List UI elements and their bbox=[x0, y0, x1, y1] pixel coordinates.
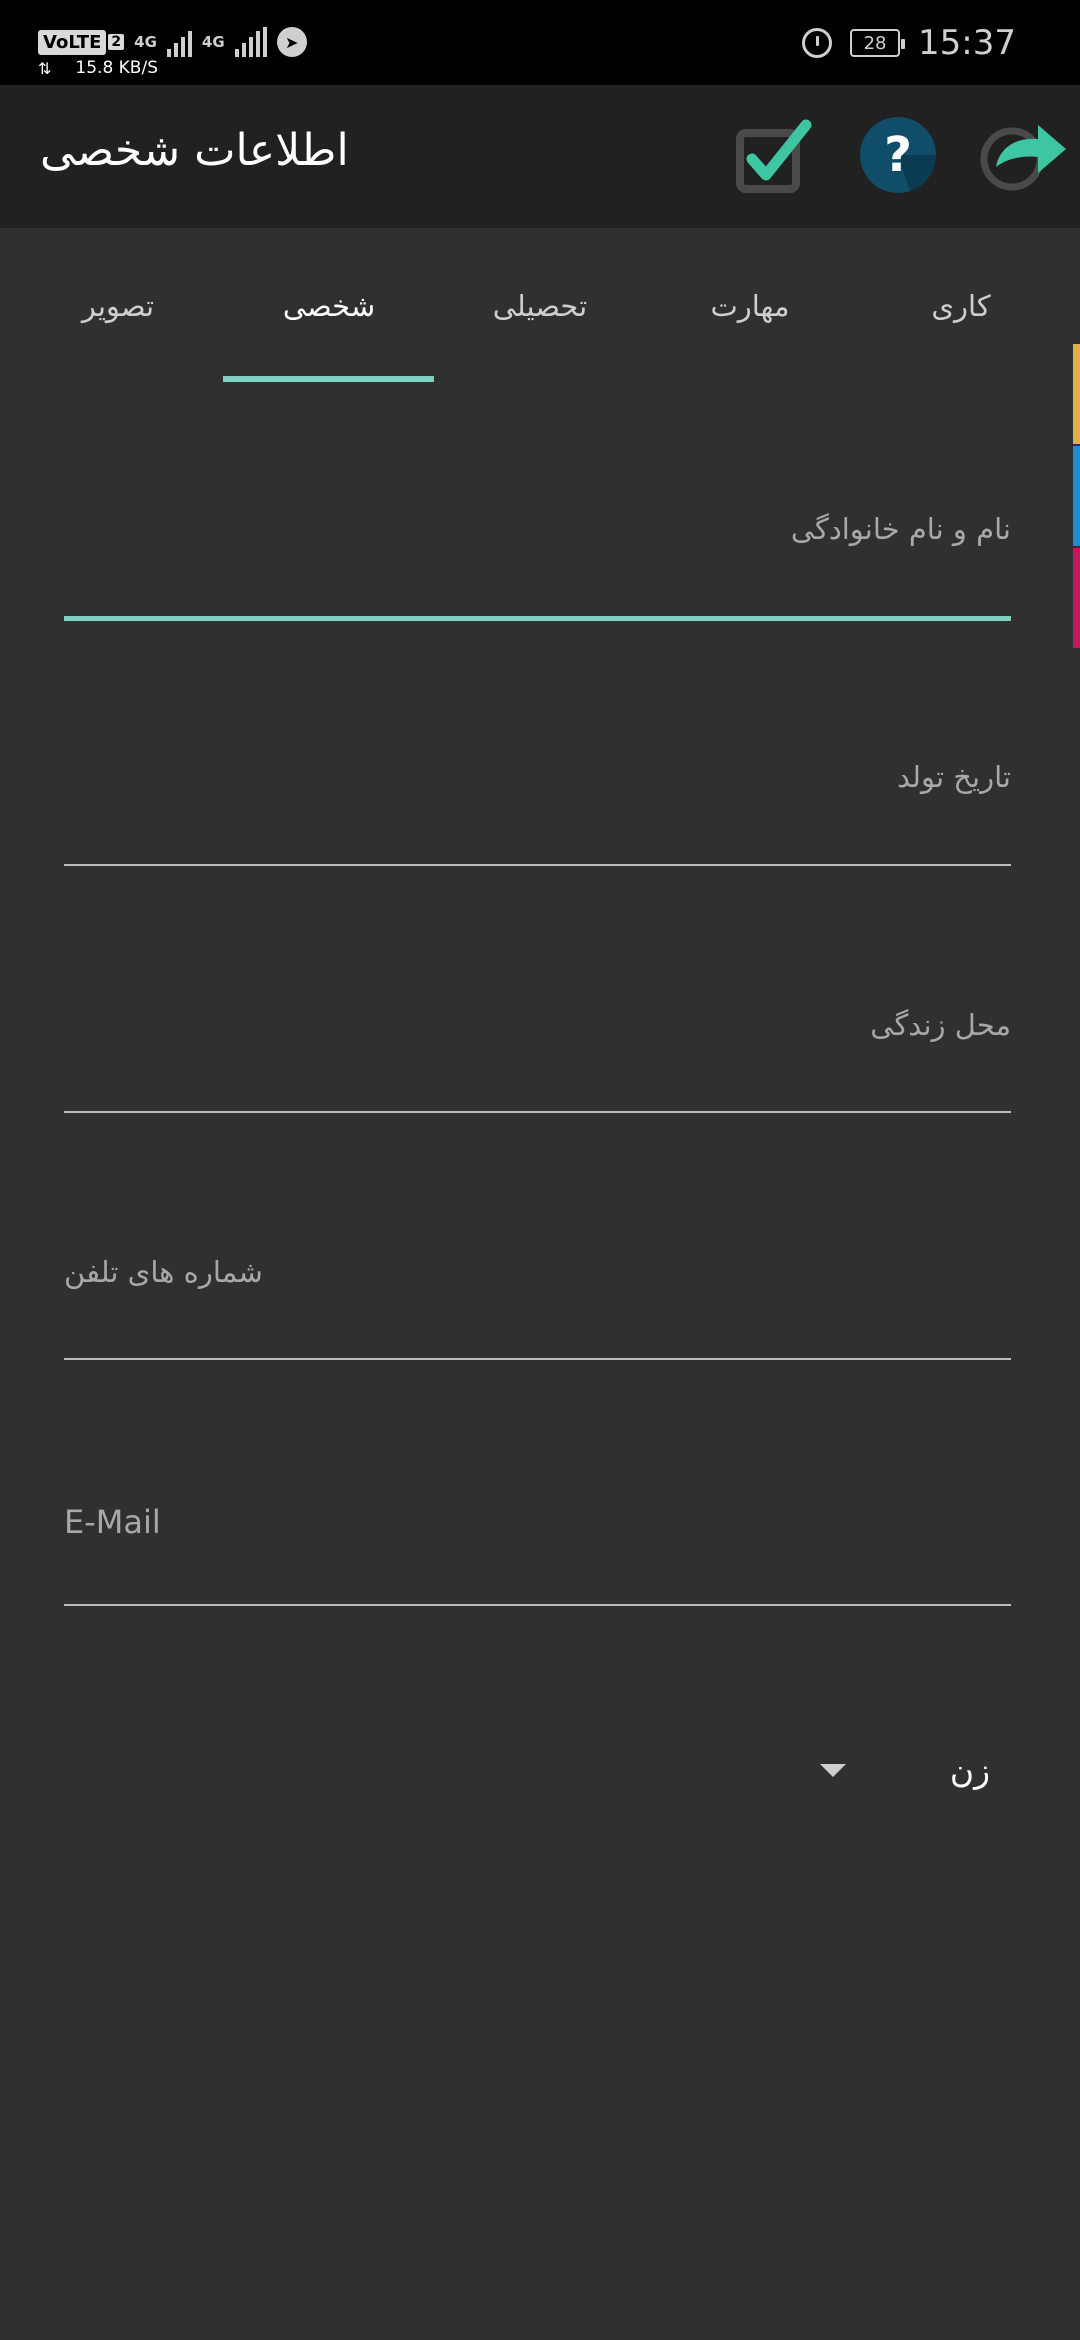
side-strip-blue bbox=[1073, 446, 1080, 546]
email-label: E-Mail bbox=[64, 1503, 161, 1541]
side-strip-magenta bbox=[1073, 548, 1080, 648]
help-circle-icon: ? bbox=[860, 117, 936, 193]
data-speed: ⇅ 15.8 KB/S bbox=[38, 58, 158, 78]
side-strip-yellow bbox=[1073, 344, 1080, 444]
phones-field[interactable]: شماره های تلفن bbox=[64, 1255, 1011, 1365]
data-transfer-icon: ⇅ bbox=[38, 58, 52, 78]
phones-underline bbox=[64, 1358, 1011, 1360]
gender-selected-value: زن bbox=[949, 1750, 990, 1790]
svg-text:?: ? bbox=[884, 127, 912, 183]
signal-icon bbox=[234, 27, 267, 57]
alarm-icon bbox=[802, 28, 833, 58]
full-name-underline bbox=[64, 616, 1011, 621]
telegram-icon: ➤ bbox=[276, 27, 307, 57]
battery-icon: 28 bbox=[850, 29, 906, 57]
tab-photo[interactable]: تصویر bbox=[12, 228, 224, 383]
save-button[interactable] bbox=[734, 115, 814, 195]
battery-level: 28 bbox=[863, 32, 887, 54]
residence-label: محل زندگی bbox=[870, 1008, 1011, 1042]
share-button[interactable] bbox=[976, 115, 1066, 195]
birth-date-field[interactable]: تاریخ تولد bbox=[64, 760, 1011, 870]
active-tab-indicator bbox=[223, 376, 434, 382]
phones-label: شماره های تلفن bbox=[64, 1255, 263, 1289]
share-arrow-icon bbox=[980, 125, 1066, 191]
tab-skills[interactable]: مهارت bbox=[644, 228, 856, 383]
chevron-down-icon bbox=[820, 1763, 846, 1777]
network-type-1: 4G bbox=[134, 33, 157, 51]
speed-value: 15.8 KB/S bbox=[75, 58, 158, 78]
clock: 15:37 bbox=[918, 23, 1016, 63]
signal-icon bbox=[166, 27, 192, 57]
page-title: اطلاعات شخصی bbox=[40, 125, 349, 176]
status-right: 28 15:37 bbox=[802, 20, 1016, 66]
tab-personal[interactable]: شخصی bbox=[223, 228, 435, 383]
full-name-label: نام و نام خانوادگی bbox=[790, 512, 1011, 546]
email-underline bbox=[64, 1604, 1011, 1606]
checkbox-check-icon bbox=[736, 119, 812, 193]
app-bar: اطلاعات شخصی ? bbox=[0, 85, 1080, 228]
help-button[interactable]: ? bbox=[858, 115, 938, 195]
full-name-field[interactable]: نام و نام خانوادگی bbox=[64, 512, 1011, 622]
status-bar: VoLTE 2 4G 4G ➤ ⇅ 15.8 KB/S 28 15:37 bbox=[0, 0, 1080, 85]
email-field[interactable]: E-Mail bbox=[64, 1503, 1011, 1613]
gender-select[interactable]: زن bbox=[820, 1740, 990, 1800]
tab-bar: کاری مهارت تحصیلی شخصی تصویر bbox=[0, 228, 1080, 383]
residence-field[interactable]: محل زندگی bbox=[64, 1008, 1011, 1118]
network-type-2: 4G bbox=[201, 33, 225, 51]
status-left: VoLTE 2 4G 4G ➤ bbox=[38, 22, 307, 62]
birth-date-underline bbox=[64, 864, 1011, 866]
sim-slot-badge: 2 bbox=[108, 34, 125, 50]
tab-work[interactable]: کاری bbox=[855, 228, 1067, 383]
volte-badge: VoLTE bbox=[38, 29, 107, 55]
tab-education[interactable]: تحصیلی bbox=[434, 228, 646, 383]
residence-underline bbox=[64, 1111, 1011, 1113]
birth-date-label: تاریخ تولد bbox=[896, 760, 1011, 794]
